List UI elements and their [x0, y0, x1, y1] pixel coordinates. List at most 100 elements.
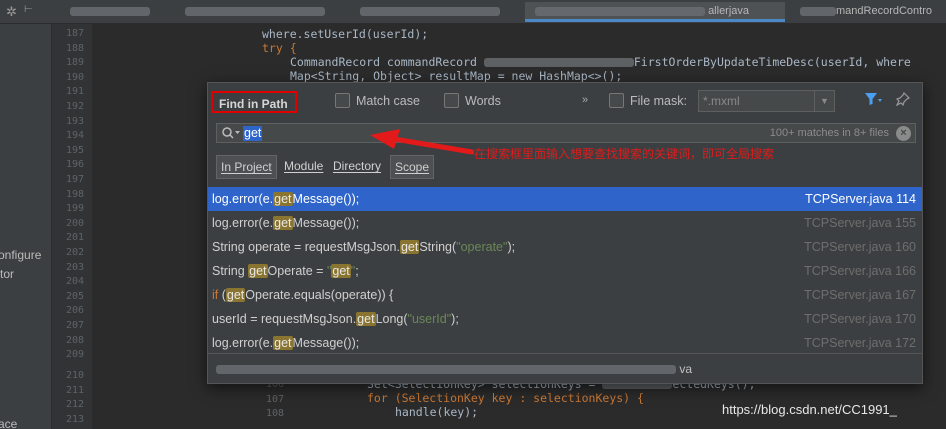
words-label: Words — [465, 94, 501, 108]
match-case-checkbox[interactable] — [335, 93, 350, 108]
search-input-box[interactable]: get 100+ matches in 8+ files × — [216, 123, 916, 143]
scope-in-project-button[interactable]: In Project — [216, 155, 277, 179]
project-tree-item[interactable]: tor — [0, 267, 14, 281]
line-number: 107 — [265, 393, 284, 405]
result-row[interactable]: userId = requestMsgJson.getLong("userId"… — [208, 307, 922, 331]
line-number: 201 — [65, 232, 84, 244]
result-code: String operate = requestMsgJson.getStrin… — [212, 240, 515, 254]
result-code: if (getOperate.equals(operate)) { — [212, 288, 393, 302]
line-number: 213 — [65, 413, 84, 425]
line-number: 199 — [65, 203, 84, 215]
result-code: String getOperate = "get"; — [212, 264, 359, 278]
find-in-path-dialog: Find in Path Match case Words » File mas… — [207, 82, 923, 384]
result-fragment: String( — [419, 240, 457, 254]
result-fragment: Operate.equals(operate)) { — [245, 288, 394, 302]
project-tree-item[interactable]: ace — [0, 417, 17, 429]
watermark-text: https://blog.csdn.net/CC1991_ — [722, 402, 897, 417]
result-file: TCPServer.java 155 — [804, 216, 916, 230]
clear-icon[interactable]: × — [896, 126, 911, 141]
search-query[interactable]: get — [243, 126, 263, 141]
result-fragment: ); — [451, 312, 459, 326]
result-fragment: ); — [507, 240, 516, 254]
words-checkbox[interactable] — [444, 93, 459, 108]
result-fragment: String — [212, 264, 249, 278]
title-highlight-box: Find in Path — [211, 91, 297, 113]
line-number-gutter: 187 188 189 190 191 192 193 194 195 196 197 198 199 2… — [52, 24, 92, 429]
result-fragment: get — [248, 264, 268, 278]
result-fragment: get — [399, 240, 420, 254]
editor-tab[interactable] — [60, 2, 170, 22]
result-fragment: Operate = — [267, 264, 327, 278]
code-line: CommandRecord commandRecord FirstOrderBy… — [290, 55, 911, 69]
result-fragment: get — [331, 264, 351, 278]
chevron-down-icon[interactable]: ▼ — [814, 91, 834, 111]
line-number: 212 — [65, 399, 84, 411]
code-text: FirstOrderByUpdateTimeDesc(userId, where — [633, 55, 911, 69]
result-file: TCPServer.java 160 — [804, 240, 916, 254]
file-mask-checkbox[interactable] — [609, 93, 624, 108]
line-number: 192 — [65, 101, 84, 112]
result-fragment: Message()); — [292, 336, 360, 350]
code-text: CommandRecord commandRecord — [290, 55, 477, 69]
editor-tab[interactable]: mandRecordContro — [790, 2, 946, 22]
result-fragment: log.error(e. — [212, 216, 274, 230]
file-mask-label: File mask: — [630, 94, 687, 108]
line-number: 205 — [65, 290, 84, 302]
line-number: 187 — [65, 28, 84, 39]
line-number: 206 — [65, 305, 84, 317]
hide-panel-icon[interactable]: ⊢ — [24, 4, 33, 15]
result-fragment: ; — [355, 264, 359, 278]
code-line: try { — [262, 41, 297, 55]
line-number: 202 — [65, 247, 84, 258]
line-number: 190 — [65, 71, 84, 83]
code-line: Map<String, Object> resultMap = new Hash… — [290, 69, 623, 83]
gear-icon[interactable]: ✲ — [6, 4, 17, 20]
match-count: 100+ matches in 8+ files — [769, 127, 889, 139]
result-fragment: "operate" — [456, 240, 508, 254]
result-code: userId = requestMsgJson.getLong("userId"… — [212, 312, 459, 326]
line-number: 210 — [65, 370, 84, 381]
result-row[interactable]: if (getOperate.equals(operate)) {TCPServ… — [208, 283, 922, 307]
line-number: 211 — [65, 384, 84, 396]
editor-tab[interactable] — [350, 2, 520, 22]
more-options-icon[interactable]: » — [582, 94, 588, 106]
line-number: 207 — [65, 320, 84, 331]
result-file: TCPServer.java 114 — [805, 192, 916, 206]
result-row[interactable]: String getOperate = "get"; TCPServer.java… — [208, 259, 922, 283]
pin-icon[interactable] — [895, 91, 911, 109]
file-mask-input[interactable] — [699, 91, 811, 111]
result-file: TCPServer.java 172 — [804, 336, 916, 350]
dialog-header: Find in Path Match case Words » File mas… — [208, 83, 922, 119]
result-fragment: ( — [218, 288, 226, 302]
line-number: 188 — [65, 42, 84, 54]
line-number: 203 — [65, 261, 84, 273]
project-panel: onfigure tor ace — [0, 24, 52, 429]
editor-tab[interactable] — [175, 2, 345, 22]
match-case-label: Match case — [356, 94, 420, 108]
file-mask-combo[interactable]: ▼ — [698, 90, 835, 112]
filter-icon[interactable] — [864, 92, 882, 109]
result-fragment: Message()); — [292, 216, 360, 230]
line-number: 189 — [65, 57, 84, 69]
tab-label: allerjava — [708, 5, 750, 17]
line-number: 200 — [65, 217, 84, 229]
result-row[interactable]: String operate = requestMsgJson.getStrin… — [208, 235, 922, 259]
path-tail: va — [679, 362, 693, 376]
result-row[interactable]: log.error(e.getMessage()); TCPServer.java… — [208, 211, 922, 235]
result-fragment: get — [273, 336, 293, 350]
result-row[interactable]: log.error(e.getMessage()); TCPServer.java… — [208, 331, 922, 355]
project-tree-item[interactable]: onfigure — [0, 248, 41, 262]
result-fragment: get — [273, 192, 293, 206]
line-number: 197 — [65, 174, 84, 185]
scope-module-button[interactable]: Module — [280, 155, 327, 179]
result-fragment: userId = requestMsgJson. — [212, 312, 357, 326]
line-number: 195 — [65, 144, 84, 156]
result-row[interactable]: log.error(e.getMessage()); TCPServer.java… — [208, 187, 922, 211]
tab-label: mandRecordContro — [836, 5, 932, 17]
editor-tab-active[interactable]: allerjava — [525, 2, 785, 22]
code-line: where.setUserId(userId); — [262, 27, 429, 41]
line-number: 204 — [65, 276, 84, 288]
result-fragment: log.error(e. — [212, 336, 274, 350]
result-fragment: String operate = requestMsgJson. — [212, 240, 400, 254]
search-icon[interactable] — [221, 126, 241, 143]
